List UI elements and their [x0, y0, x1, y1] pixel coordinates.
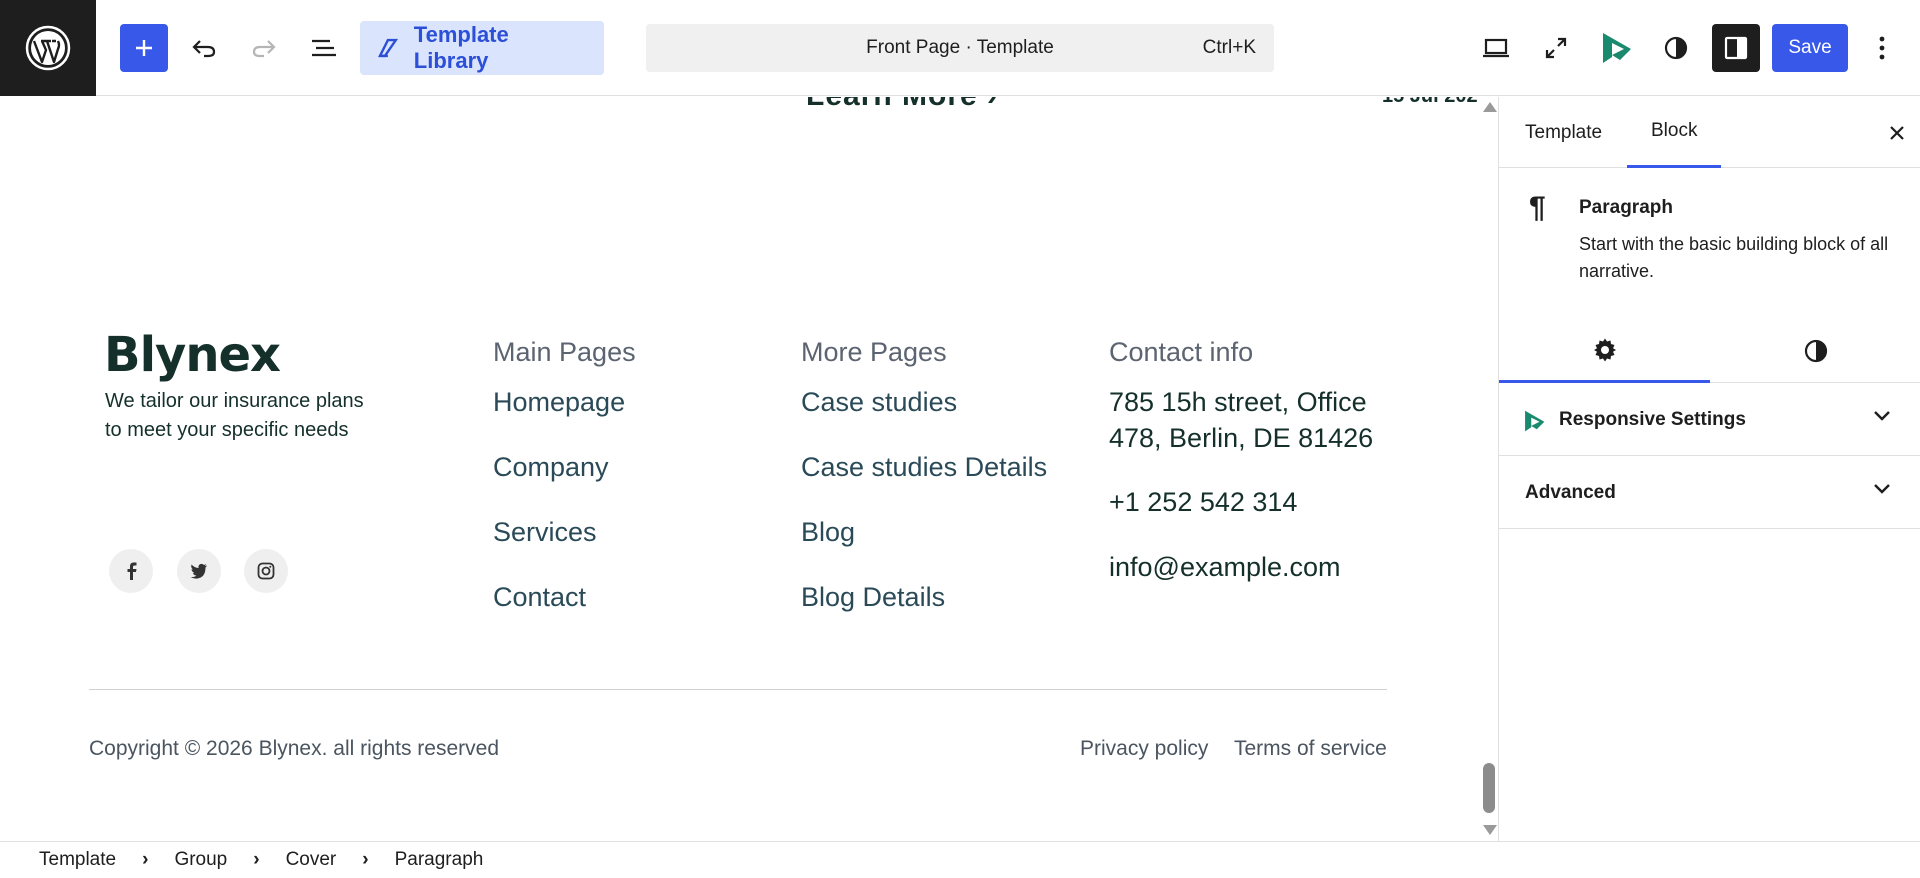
editor-canvas[interactable]: Learn More › 15 Jul 202 Blynex We tailor… — [0, 97, 1498, 841]
footer-link-homepage[interactable]: Homepage — [493, 387, 625, 418]
learn-more-link[interactable]: Learn More › — [806, 97, 998, 113]
undo-icon — [192, 40, 216, 58]
twitter-icon — [190, 563, 207, 579]
scroll-down-arrow-icon[interactable] — [1483, 825, 1497, 835]
editor-header: Template Library Front Page · Template C… — [0, 0, 1920, 96]
main-pages-heading[interactable]: Main Pages — [493, 337, 636, 368]
twitter-link[interactable] — [177, 549, 221, 593]
plugin-logo-icon — [1525, 410, 1545, 432]
wordpress-icon — [25, 25, 71, 71]
footer-link-blog[interactable]: Blog — [801, 517, 855, 548]
sidebar-icon — [1724, 36, 1748, 60]
instagram-link[interactable] — [244, 549, 288, 593]
tab-block[interactable]: Block — [1627, 97, 1722, 168]
canvas-scrollbar[interactable] — [1478, 97, 1498, 841]
fullscreen-icon — [1545, 37, 1567, 59]
plus-icon — [136, 40, 152, 56]
footer-tagline[interactable]: We tailor our insurance plans to meet yo… — [105, 387, 375, 445]
list-view-icon — [312, 39, 336, 57]
tab-styles[interactable] — [1710, 319, 1920, 383]
footer-divider — [89, 689, 1387, 690]
breadcrumb-item-template[interactable]: Template — [39, 849, 116, 871]
contrast-icon — [1664, 36, 1688, 60]
block-name: Paragraph — [1579, 197, 1673, 218]
facebook-link[interactable] — [109, 549, 153, 593]
template-library-icon — [378, 38, 399, 58]
command-shortcut: Ctrl+K — [1202, 37, 1256, 58]
sidebar-tabs: Template Block — [1499, 97, 1920, 168]
facebook-icon — [127, 562, 137, 580]
template-library-button[interactable]: Template Library — [360, 21, 604, 75]
command-palette-button[interactable]: Front Page · Template Ctrl+K — [646, 24, 1274, 72]
footer-link-services[interactable]: Services — [493, 517, 597, 548]
contact-info-heading[interactable]: Contact info — [1109, 337, 1253, 368]
document-title: Front Page · Template — [866, 37, 1054, 58]
scroll-up-arrow-icon[interactable] — [1483, 102, 1497, 112]
footer-link-case-studies-details[interactable]: Case studies Details — [801, 452, 1047, 483]
chevron-down-icon — [1874, 484, 1890, 494]
paragraph-icon: ¶ — [1529, 191, 1546, 224]
breadcrumb-item-paragraph[interactable]: Paragraph — [395, 849, 484, 871]
breadcrumb-item-group[interactable]: Group — [174, 849, 227, 871]
settings-sidebar: Template Block ¶ Paragraph Start with th… — [1498, 97, 1920, 841]
footer-brand-name[interactable]: Blynex — [104, 327, 281, 383]
styles-button[interactable] — [1652, 24, 1700, 72]
contact-phone[interactable]: +1 252 542 314 — [1109, 484, 1297, 520]
instagram-icon — [257, 562, 275, 580]
responsive-settings-panel[interactable]: Responsive Settings — [1499, 384, 1920, 456]
more-pages-heading[interactable]: More Pages — [801, 337, 947, 368]
chevron-down-icon — [1874, 411, 1890, 421]
settings-sidebar-button[interactable] — [1712, 24, 1760, 72]
breadcrumb-item-cover[interactable]: Cover — [286, 849, 337, 871]
undo-button[interactable] — [180, 24, 228, 72]
privacy-policy-link[interactable]: Privacy policy — [1080, 737, 1208, 761]
options-button[interactable] — [1860, 24, 1904, 72]
gear-icon — [1593, 338, 1616, 361]
blocks-plugin-button[interactable] — [1592, 24, 1640, 72]
more-vertical-icon — [1879, 36, 1885, 60]
chevron-right-icon: › — [142, 849, 149, 870]
add-block-button[interactable] — [120, 24, 168, 72]
inspector-sub-tabs — [1499, 319, 1920, 383]
close-icon — [1890, 126, 1904, 140]
tab-template[interactable]: Template — [1525, 97, 1602, 168]
fullscreen-button[interactable] — [1532, 24, 1580, 72]
advanced-panel[interactable]: Advanced — [1499, 457, 1920, 529]
document-overview-button[interactable] — [300, 24, 348, 72]
advanced-label: Advanced — [1525, 481, 1616, 503]
footer-link-contact[interactable]: Contact — [493, 582, 586, 613]
save-button[interactable]: Save — [1772, 24, 1848, 72]
contrast-icon — [1804, 339, 1827, 363]
copyright-text[interactable]: Copyright © 2026 Blynex. all rights rese… — [89, 737, 499, 761]
block-breadcrumb: Template › Group › Cover › Paragraph — [0, 841, 1920, 878]
contact-email[interactable]: info@example.com — [1109, 549, 1341, 585]
scrollbar-thumb[interactable] — [1483, 763, 1495, 813]
responsive-settings-label: Responsive Settings — [1559, 408, 1746, 430]
redo-icon — [252, 40, 276, 58]
contact-address-line1[interactable]: 785 15h street, Office — [1109, 384, 1367, 420]
block-description: Start with the basic building block of a… — [1579, 234, 1889, 281]
post-date: 15 Jul 202 — [1382, 97, 1478, 108]
plugin-logo-icon — [1603, 33, 1631, 63]
close-sidebar-button[interactable] — [1883, 119, 1911, 147]
device-preview-button[interactable] — [1472, 24, 1520, 72]
contact-address-line2[interactable]: 478, Berlin, DE 81426 — [1109, 420, 1373, 456]
footer-link-case-studies[interactable]: Case studies — [801, 387, 957, 418]
template-library-label: Template Library — [413, 22, 509, 73]
chevron-right-icon: › — [253, 849, 260, 870]
redo-button[interactable] — [240, 24, 288, 72]
chevron-right-icon: › — [362, 849, 369, 870]
desktop-icon — [1483, 38, 1509, 58]
footer-link-company[interactable]: Company — [493, 452, 609, 483]
wordpress-logo-button[interactable] — [0, 0, 96, 96]
footer-link-blog-details[interactable]: Blog Details — [801, 582, 945, 613]
tab-settings[interactable] — [1499, 319, 1710, 383]
terms-of-service-link[interactable]: Terms of service — [1234, 737, 1387, 761]
